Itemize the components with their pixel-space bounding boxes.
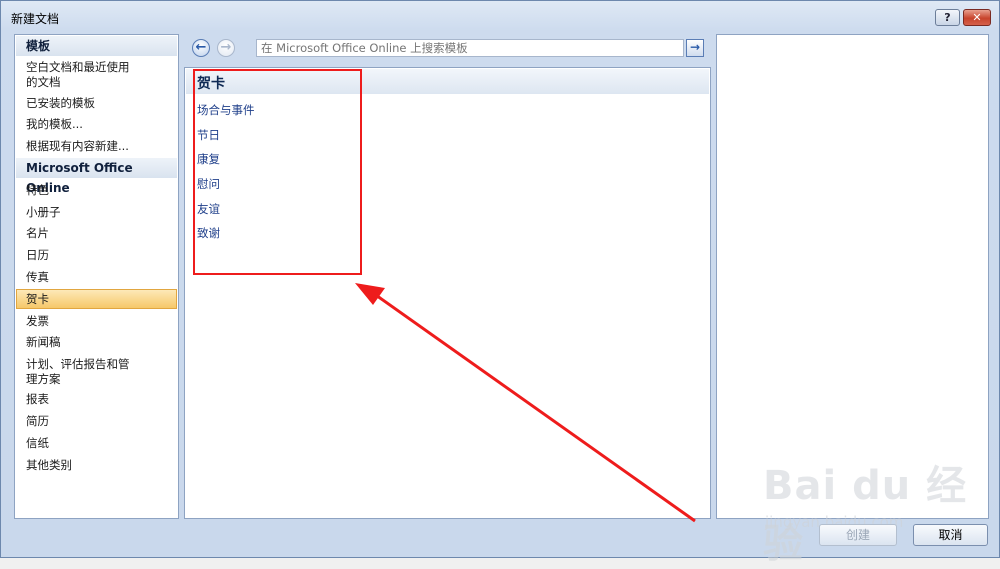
new-document-dialog: 新建文档 ? ✕ 模板 空白文档和最近使用 的文档 已安装的模板 我的模板...…: [0, 0, 1000, 567]
annotation-arrow-icon: [355, 283, 696, 523]
